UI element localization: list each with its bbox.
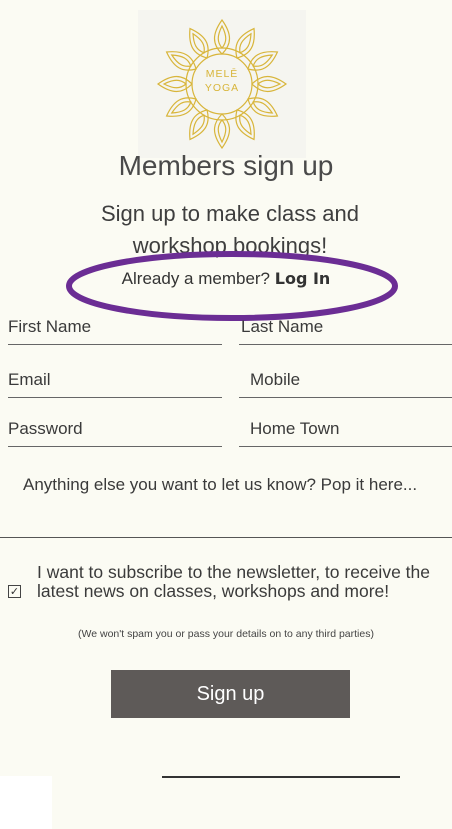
bottom-corner-panel (0, 776, 52, 829)
yoga-logo: MELĒ YOGA (138, 10, 306, 158)
mobile-placeholder: Mobile (250, 370, 301, 389)
message-textarea[interactable]: Anything else you want to let us know? P… (0, 455, 452, 538)
mobile-field[interactable]: Mobile (239, 367, 452, 398)
first-name-field[interactable]: First Name (8, 314, 222, 345)
privacy-note: (We won't spam you or pass your details … (78, 628, 374, 640)
password-field[interactable]: Password (8, 416, 222, 447)
email-field[interactable]: Email (8, 367, 222, 398)
password-placeholder: Password (8, 419, 83, 438)
message-placeholder: Anything else you want to let us know? P… (23, 475, 418, 494)
page-title: Members sign up (118, 150, 334, 181)
subscribe-checkbox[interactable]: ✓ (8, 585, 21, 598)
divider (162, 776, 400, 778)
home-town-field[interactable]: Home Town (239, 416, 452, 447)
subscribe-label: I want to subscribe to the newsletter, t… (37, 562, 430, 601)
home-town-placeholder: Home Town (250, 419, 340, 438)
email-placeholder: Email (8, 370, 51, 389)
logo-text-mele: MELĒ (205, 68, 239, 80)
signup-button[interactable]: Sign up (111, 670, 350, 718)
annotation-ellipse (66, 251, 398, 321)
last-name-placeholder: Last Name (241, 317, 324, 336)
logo-text-yoga: YOGA (204, 82, 240, 94)
last-name-field[interactable]: Last Name (239, 314, 452, 345)
first-name-placeholder: First Name (8, 317, 92, 336)
checkmark-icon: ✓ (9, 586, 20, 598)
